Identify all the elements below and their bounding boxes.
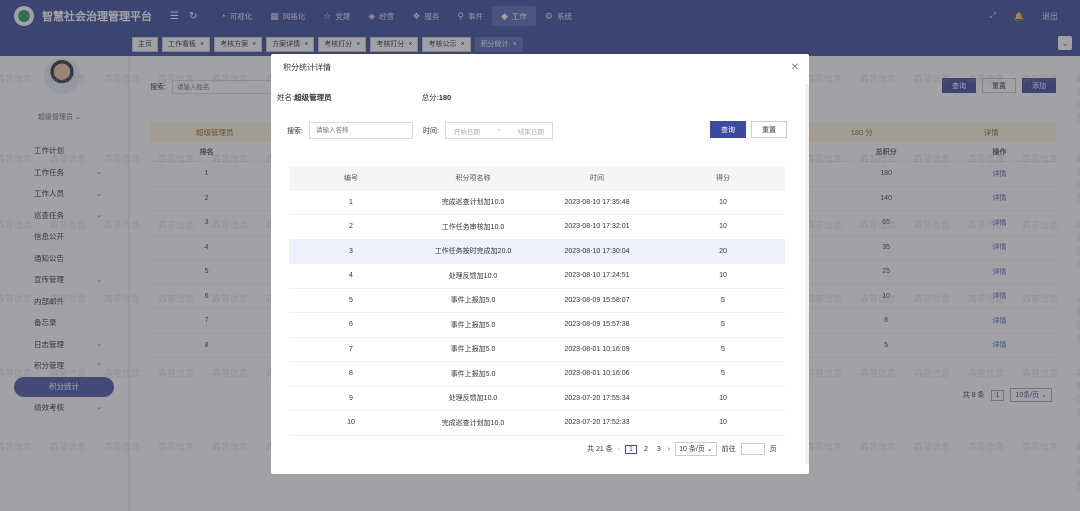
table-row: 10 完成巡查计划加10.0 2023-07-20 17:52:33 10	[289, 411, 785, 436]
name-cell: 处理反馈加10.0	[448, 272, 498, 280]
time-label: 时间:	[422, 127, 439, 135]
no-cell: 8	[349, 370, 353, 378]
name-cell: 事件上报加5.0	[450, 370, 496, 378]
page-3[interactable]: 3	[655, 446, 663, 453]
goto-label: 前往	[721, 446, 736, 453]
score-cell: 5	[721, 370, 725, 378]
score-cell: 10	[719, 198, 727, 206]
score-cell: 5	[721, 345, 725, 353]
time-cell: 2023-08-01 10:16:09	[564, 345, 630, 353]
no-cell: 1	[349, 198, 353, 206]
time-cell: 2023-08-10 17:35:48	[564, 198, 630, 206]
name-cell: 工作任务审核加10.0	[441, 223, 505, 231]
total-count: 共 21 条	[587, 446, 613, 453]
no-cell: 6	[349, 321, 353, 329]
score-cell: 10	[719, 223, 727, 231]
header-cell: 时间	[590, 175, 604, 183]
dialog-query-button[interactable]: 查询	[710, 121, 746, 138]
time-cell: 2023-07-20 17:52:33	[564, 419, 630, 427]
no-cell: 4	[349, 272, 353, 280]
table-header: 编号 积分项名称 时间 得分	[289, 166, 785, 191]
page-unit: 页	[769, 446, 777, 453]
page-1[interactable]: 1	[625, 444, 637, 454]
table-row: 9 处理反馈加10.0 2023-07-20 17:55:34 10	[289, 387, 785, 411]
score-cell: 10	[719, 394, 727, 402]
table-row: 6 事件上报加5.0 2023-08-09 15:57:38 5	[289, 313, 785, 338]
time-cell: 2023-08-01 10:16:06	[564, 370, 630, 378]
page-2[interactable]: 2	[642, 446, 650, 453]
close-icon[interactable]: ✕	[791, 62, 799, 73]
name-cell: 完成巡查计划加10.0	[441, 419, 505, 427]
name-cell: 处理反馈加10.0	[448, 395, 498, 403]
name-cell: 事件上报加5.0	[450, 321, 496, 329]
total-value: 180	[438, 93, 452, 102]
dialog-pagination: 共 21 条 ‹ 1 2 3 › 10 条/页 ⌄ 前往 页	[587, 442, 777, 456]
name-cell: 事件上报加5.0	[450, 297, 496, 305]
dialog-scrollbar[interactable]	[805, 84, 809, 464]
dialog-search-label: 搜索:	[287, 127, 303, 135]
no-cell: 9	[349, 394, 353, 402]
date-range-picker[interactable]: 开始日期 ~ 结束日期	[444, 122, 553, 139]
no-cell: 7	[349, 345, 353, 353]
goto-page-input[interactable]	[740, 443, 765, 455]
start-date-placeholder: 开始日期	[453, 128, 480, 136]
prev-page-icon[interactable]: ‹	[618, 446, 620, 453]
time-cell: 2023-07-20 17:55:34	[564, 394, 630, 402]
table-row: 4 处理反馈加10.0 2023-08-10 17:24:51 10	[289, 264, 785, 289]
name-value: 超级管理员	[294, 93, 332, 102]
score-cell: 20	[719, 247, 727, 255]
score-cell: 5	[721, 296, 725, 304]
time-cell: 2023-08-10 17:24:51	[564, 272, 630, 280]
score-cell: 10	[719, 272, 727, 280]
time-cell: 2023-08-09 15:57:38	[564, 321, 630, 329]
table-row: 1 完成巡查计划加10.0 2023-08-10 17:35:48 10	[289, 191, 785, 215]
no-cell: 5	[349, 296, 353, 304]
no-cell: 3	[349, 247, 353, 255]
score-cell: 10	[719, 419, 727, 427]
dialog-search-input[interactable]	[308, 122, 413, 139]
table-row: 5 事件上报加5.0 2023-08-09 15:58:07 5	[289, 289, 785, 313]
table-row: 3 工作任务按时完成加20.0 2023-08-10 17:30:04 20	[289, 239, 785, 264]
no-cell: 2	[349, 223, 353, 231]
time-cell: 2023-08-10 17:32:01	[564, 223, 630, 231]
time-cell: 2023-08-10 17:30:04	[564, 247, 630, 255]
header-cell: 编号	[344, 175, 358, 183]
name-cell: 事件上报加5.0	[450, 346, 496, 354]
score-cell: 5	[721, 321, 725, 329]
next-page-icon[interactable]: ›	[668, 446, 670, 453]
name-cell: 完成巡查计划加10.0	[441, 199, 505, 207]
end-date-placeholder: 结束日期	[517, 128, 544, 136]
name-cell: 工作任务按时完成加20.0	[434, 248, 512, 256]
dialog-title: 积分统计详情	[283, 63, 331, 72]
page-size-select[interactable]: 10 条/页 ⌄	[675, 442, 717, 456]
table-row: 2 工作任务审核加10.0 2023-08-10 17:32:01 10	[289, 215, 785, 240]
header-cell: 积分项名称	[455, 175, 491, 183]
total-info: 总分:180	[421, 93, 452, 102]
header-cell: 得分	[716, 175, 730, 183]
time-cell: 2023-08-09 15:58:07	[564, 296, 630, 304]
dialog-reset-button[interactable]: 重置	[751, 121, 787, 138]
no-cell: 10	[347, 419, 355, 427]
name-info: 姓名:超级管理员	[277, 93, 332, 102]
points-detail-table: 编号 积分项名称 时间 得分 1 完成巡查计划加10.0 2023-08-10 17:35…	[289, 166, 785, 436]
table-row: 7 事件上报加5.0 2023-08-01 10:16:09 5	[289, 338, 785, 362]
points-detail-dialog: 积分统计详情 ✕ 姓名:超级管理员 总分:180 搜索: 时间: 开始日期 ~ …	[271, 54, 809, 474]
table-row: 8 事件上报加5.0 2023-08-01 10:16:06 5	[289, 362, 785, 387]
